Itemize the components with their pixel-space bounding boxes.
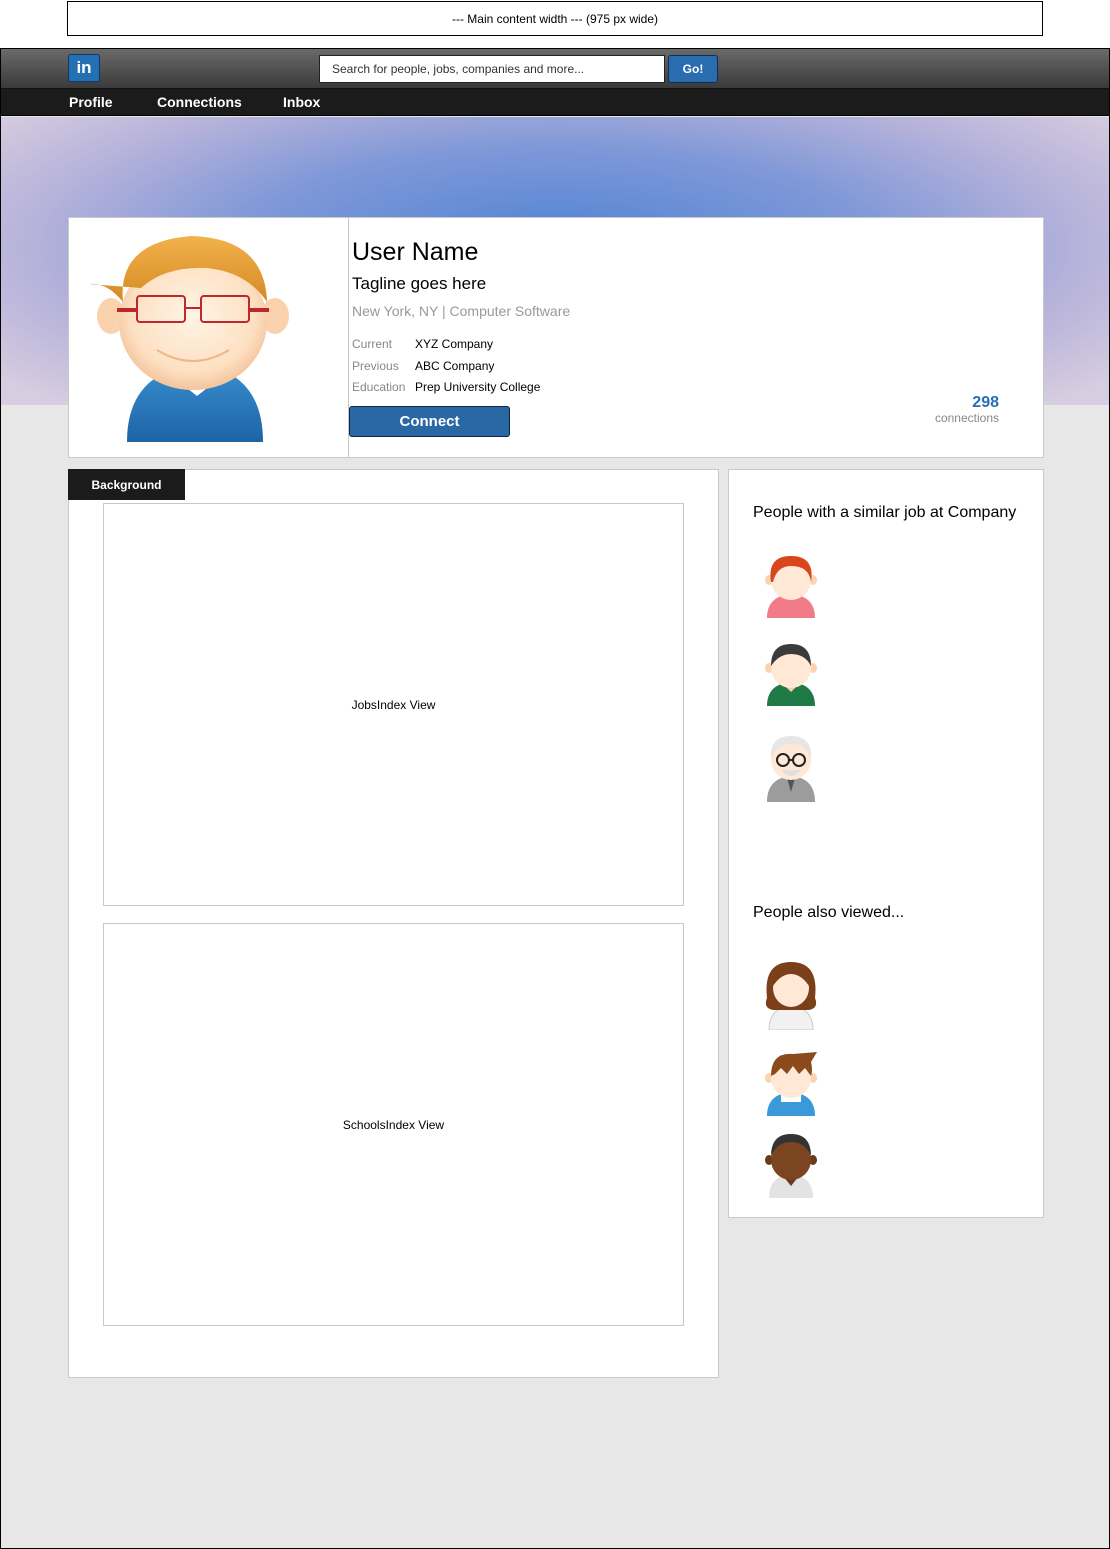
- user-location: New York, NY | Computer Software: [352, 303, 571, 319]
- user-avatar-icon: [89, 236, 289, 442]
- connections-count[interactable]: 298: [972, 394, 999, 412]
- jobs-index-view: JobsIndex View: [103, 503, 684, 906]
- similar-jobs-heading: People with a similar job at Company: [753, 504, 1017, 521]
- app-frame: in Go! Profile Connections Inbox: [0, 48, 1110, 1549]
- also-viewed-heading: People also viewed...: [753, 904, 905, 921]
- connections-label: connections: [934, 411, 999, 425]
- page: --- Main content width --- (975 px wide)…: [0, 0, 1110, 1549]
- sidebar-panel: People with a similar job at Company Peo…: [728, 469, 1044, 1218]
- dark-skin-man-avatar-icon[interactable]: [761, 1132, 821, 1198]
- background-panel: Background JobsIndex View SchoolsIndex V…: [68, 469, 719, 1378]
- detail-label: Education: [352, 380, 406, 394]
- schools-index-view: SchoolsIndex View: [103, 923, 684, 1326]
- width-annotation: --- Main content width --- (975 px wide): [67, 1, 1043, 36]
- detail-value[interactable]: Prep University College: [415, 380, 540, 394]
- profile-photo: [69, 218, 349, 457]
- top-bar: in Go!: [1, 49, 1109, 89]
- detail-label: Current: [352, 337, 393, 351]
- connect-button[interactable]: Connect: [349, 406, 510, 437]
- tab-background[interactable]: Background: [68, 469, 185, 500]
- nav-connections[interactable]: Connections: [157, 94, 242, 110]
- detail-label: Previous: [352, 359, 399, 373]
- nav-inbox[interactable]: Inbox: [283, 94, 320, 110]
- search-go-button[interactable]: Go!: [668, 55, 718, 83]
- brunette-woman-avatar-icon[interactable]: [761, 958, 821, 1030]
- user-name: User Name: [352, 238, 479, 266]
- detail-value[interactable]: XYZ Company: [415, 337, 493, 351]
- main-nav: Profile Connections Inbox: [1, 89, 1109, 116]
- nav-profile[interactable]: Profile: [69, 94, 113, 110]
- elderly-man-avatar-icon[interactable]: [761, 732, 821, 802]
- dark-hair-man-avatar-icon[interactable]: [761, 640, 821, 706]
- search-input[interactable]: [319, 55, 665, 83]
- boy-avatar-icon[interactable]: [761, 1050, 821, 1116]
- detail-current: Current XYZ Company: [352, 337, 493, 351]
- linkedin-logo[interactable]: in: [68, 54, 100, 82]
- user-tagline: Tagline goes here: [352, 274, 487, 293]
- detail-value[interactable]: ABC Company: [415, 359, 494, 373]
- profile-card: User Name Tagline goes here New York, NY…: [68, 217, 1044, 458]
- redhead-woman-avatar-icon[interactable]: [761, 552, 821, 618]
- detail-previous: Previous ABC Company: [352, 359, 494, 373]
- detail-education: Education Prep University College: [352, 380, 540, 394]
